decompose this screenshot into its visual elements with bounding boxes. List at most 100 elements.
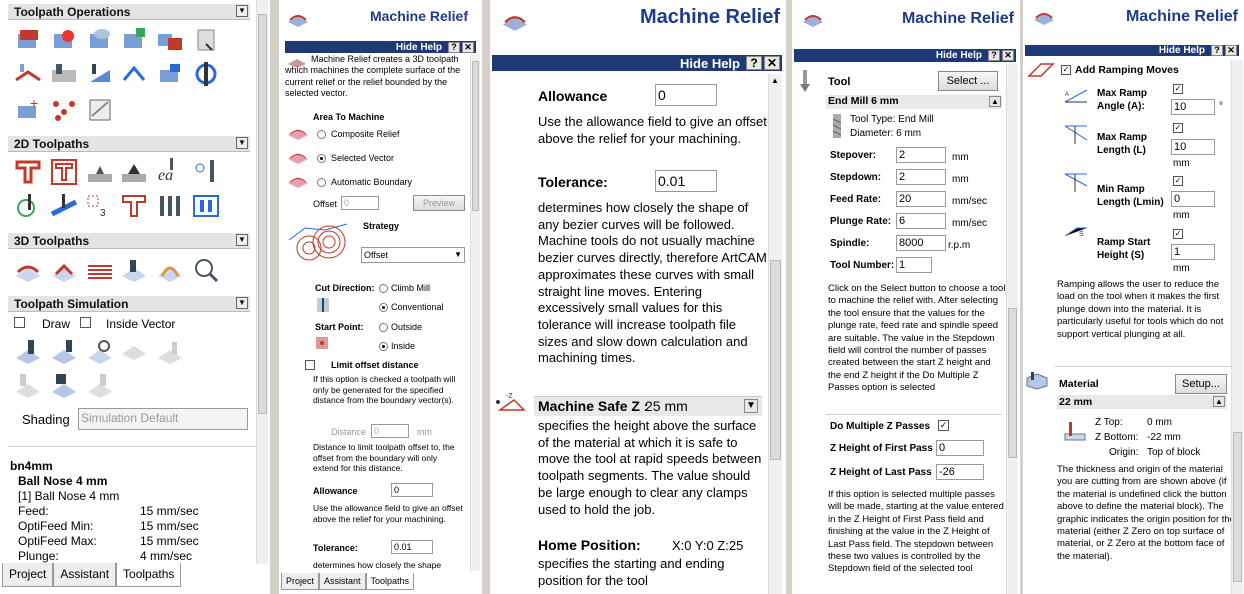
- toolpath-op-3-3-icon[interactable]: [86, 96, 114, 124]
- drilling-icon[interactable]: [192, 158, 220, 186]
- merge-toolpath-icon[interactable]: [156, 26, 184, 54]
- toolpath-op-3-1-icon[interactable]: +: [14, 96, 42, 124]
- toolpath-op-2-3-icon[interactable]: [86, 60, 114, 88]
- drill-bank-icon[interactable]: [156, 192, 184, 220]
- min-ramp-length-checkbox[interactable]: ✓: [1173, 176, 1183, 186]
- tab-toolpaths[interactable]: Toolpaths: [365, 573, 415, 590]
- automatic-boundary-radio[interactable]: [317, 178, 326, 187]
- feed-rate-input[interactable]: 20: [896, 191, 946, 207]
- preview-button[interactable]: Preview: [413, 195, 465, 211]
- ramp-start-height-checkbox[interactable]: ✓: [1173, 229, 1183, 239]
- stepover-input[interactable]: 2: [896, 147, 946, 163]
- tab-assistant[interactable]: Assistant: [53, 563, 117, 587]
- section-toolpath-operations[interactable]: Toolpath Operations ▼: [8, 4, 250, 20]
- draw-checkbox[interactable]: [14, 317, 25, 328]
- add-ramping-checkbox[interactable]: ✓: [1061, 65, 1071, 75]
- help-icon[interactable]: ?: [1211, 45, 1223, 56]
- v-bit-carving-icon[interactable]: [86, 158, 114, 186]
- rest-machining-icon[interactable]: [120, 256, 148, 284]
- selected-vector-radio[interactable]: [317, 154, 326, 163]
- hide-help-link[interactable]: Hide Help: [680, 56, 740, 71]
- simulation-disabled-icon-2[interactable]: [156, 338, 184, 366]
- ramp-start-height-input[interactable]: 1: [1171, 244, 1215, 260]
- section-2d-toolpaths[interactable]: 2D Toolpaths ▼: [8, 136, 250, 152]
- select-tool-button[interactable]: Select ...: [938, 71, 998, 91]
- scroll-up-icon[interactable]: ▲: [771, 76, 779, 85]
- inlay-toolpath-icon[interactable]: [14, 192, 42, 220]
- allowance-input[interactable]: 0: [391, 483, 433, 497]
- smart-engraving-icon[interactable]: [120, 192, 148, 220]
- 3d-raster-icon[interactable]: [86, 256, 114, 284]
- climb-mill-radio[interactable]: [379, 284, 388, 293]
- scroll-thumb[interactable]: [770, 260, 781, 460]
- strategy-select[interactable]: Offset ▼: [361, 247, 465, 263]
- fluting-toolpath-icon[interactable]: [50, 192, 78, 220]
- scroll-thumb[interactable]: [1008, 308, 1017, 458]
- shading-select[interactable]: Simulation Default: [78, 408, 248, 430]
- toolpaths-scrollbar[interactable]: [256, 0, 268, 564]
- area-clearance-icon[interactable]: [50, 158, 78, 186]
- help-icon[interactable]: ?: [448, 41, 460, 53]
- tolerance-input[interactable]: 0.01: [391, 540, 433, 554]
- simulate-toolpath-icon[interactable]: [14, 338, 42, 366]
- multiple-passes-checkbox[interactable]: ✓: [938, 420, 949, 431]
- collapse-icon[interactable]: ▲: [989, 96, 1001, 107]
- collapse-icon[interactable]: ▲: [1213, 396, 1225, 407]
- simulation-disabled-icon-1[interactable]: [120, 338, 148, 366]
- hide-help-link[interactable]: Hide Help: [396, 42, 442, 53]
- pencil-toolpath-icon[interactable]: [156, 256, 184, 284]
- plunge-rate-input[interactable]: 6: [896, 213, 946, 229]
- help-icon[interactable]: ?: [746, 56, 762, 70]
- outside-radio[interactable]: [379, 323, 388, 332]
- section-toolpath-simulation[interactable]: Toolpath Simulation ▼: [8, 296, 250, 312]
- calculate-toolpath-icon[interactable]: [14, 26, 42, 54]
- toolpath-op-3-2-icon[interactable]: [50, 96, 78, 124]
- toolpath-op-2-1-icon[interactable]: [14, 60, 42, 88]
- inside-vector-checkbox[interactable]: [80, 317, 91, 328]
- tolerance-input[interactable]: 0.01: [655, 170, 717, 192]
- section-3d-toolpaths[interactable]: 3D Toolpaths ▼: [8, 233, 250, 249]
- toolpath-op-2-2-icon[interactable]: [50, 60, 78, 88]
- close-icon[interactable]: ✕: [462, 41, 474, 53]
- machine-relief-icon[interactable]: [14, 256, 42, 284]
- panel-scrollbar[interactable]: ▲: [768, 74, 782, 594]
- min-ramp-length-input[interactable]: 0: [1171, 191, 1215, 207]
- toolpath-template-icon[interactable]: [192, 26, 220, 54]
- ramp-angle-input[interactable]: 10: [1171, 99, 1215, 115]
- profile-toolpath-icon[interactable]: [14, 158, 42, 186]
- panel-scrollbar[interactable]: [1231, 60, 1243, 594]
- tab-project[interactable]: Project: [281, 573, 320, 590]
- allowance-input[interactable]: 0: [655, 84, 717, 106]
- help-icon[interactable]: ?: [988, 50, 1000, 61]
- engraving-icon[interactable]: ea: [156, 158, 184, 186]
- composite-relief-radio[interactable]: [317, 130, 326, 139]
- chevron-down-icon[interactable]: ▼: [744, 399, 758, 413]
- close-icon[interactable]: ✕: [1002, 50, 1014, 61]
- stepdown-input[interactable]: 2: [896, 169, 946, 185]
- collapse-icon[interactable]: ▼: [236, 234, 248, 246]
- tab-project[interactable]: Project: [2, 563, 54, 587]
- simulation-disabled-icon-4[interactable]: [86, 372, 114, 400]
- save-simulation-icon[interactable]: [50, 372, 78, 400]
- close-icon[interactable]: ✕: [1225, 45, 1237, 56]
- chevron-down-icon[interactable]: ▼: [454, 248, 462, 262]
- first-pass-input[interactable]: 0: [936, 440, 984, 456]
- machine-2d-icon[interactable]: [192, 192, 220, 220]
- ramp-length-checkbox[interactable]: ✓: [1173, 123, 1183, 133]
- hide-help-link[interactable]: Hide Help: [936, 50, 982, 61]
- ramp-length-input[interactable]: 10: [1171, 139, 1215, 155]
- bevel-carving-icon[interactable]: [120, 158, 148, 186]
- hide-help-link[interactable]: Hide Help: [1159, 45, 1205, 56]
- z-level-roughing-icon[interactable]: [50, 256, 78, 284]
- toolpath-info-icon[interactable]: [50, 26, 78, 54]
- toolpath-op-2-4-icon[interactable]: [120, 60, 148, 88]
- toolpath-op-2-6-icon[interactable]: [192, 60, 220, 88]
- tool-number-input[interactable]: 1: [896, 257, 932, 273]
- inside-radio[interactable]: [379, 342, 388, 351]
- collapse-icon[interactable]: ▼: [236, 137, 248, 149]
- simulate-block-icon[interactable]: [50, 338, 78, 366]
- conventional-radio[interactable]: [379, 303, 388, 312]
- spindle-input[interactable]: 8000: [896, 235, 946, 251]
- simulation-disabled-icon-3[interactable]: [14, 372, 42, 400]
- scroll-thumb[interactable]: [258, 14, 267, 414]
